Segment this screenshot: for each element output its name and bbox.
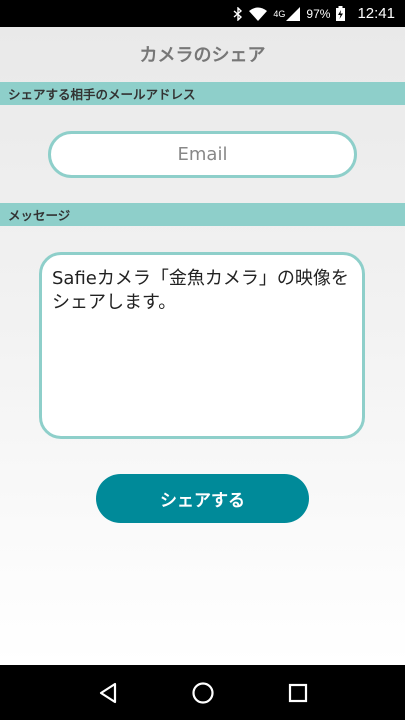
share-button[interactable]: シェアする bbox=[96, 474, 309, 523]
share-camera-screen: カメラのシェア シェアする相手のメールアドレス メッセージ Safieカメラ「金… bbox=[0, 27, 405, 665]
status-bar: 4G 97% 12:41 bbox=[0, 0, 405, 27]
network-type: 4G bbox=[273, 8, 286, 19]
back-icon[interactable] bbox=[93, 678, 123, 708]
home-icon[interactable] bbox=[188, 678, 218, 708]
battery-charging-icon bbox=[336, 6, 346, 21]
wifi-icon bbox=[249, 7, 268, 21]
clock: 12:41 bbox=[357, 5, 395, 22]
email-section-label: シェアする相手のメールアドレス bbox=[0, 82, 405, 105]
bluetooth-icon bbox=[233, 6, 243, 21]
battery-percent: 97% bbox=[306, 6, 331, 21]
recents-icon[interactable] bbox=[283, 678, 313, 708]
navigation-bar bbox=[0, 665, 405, 720]
page-title: カメラのシェア bbox=[139, 45, 266, 66]
email-field[interactable] bbox=[48, 131, 357, 178]
signal-icon: 4G bbox=[273, 6, 301, 21]
message-input[interactable]: Safieカメラ「金魚カメラ」の映像をシェアします。 bbox=[39, 252, 365, 439]
message-section-label: メッセージ bbox=[0, 203, 405, 226]
